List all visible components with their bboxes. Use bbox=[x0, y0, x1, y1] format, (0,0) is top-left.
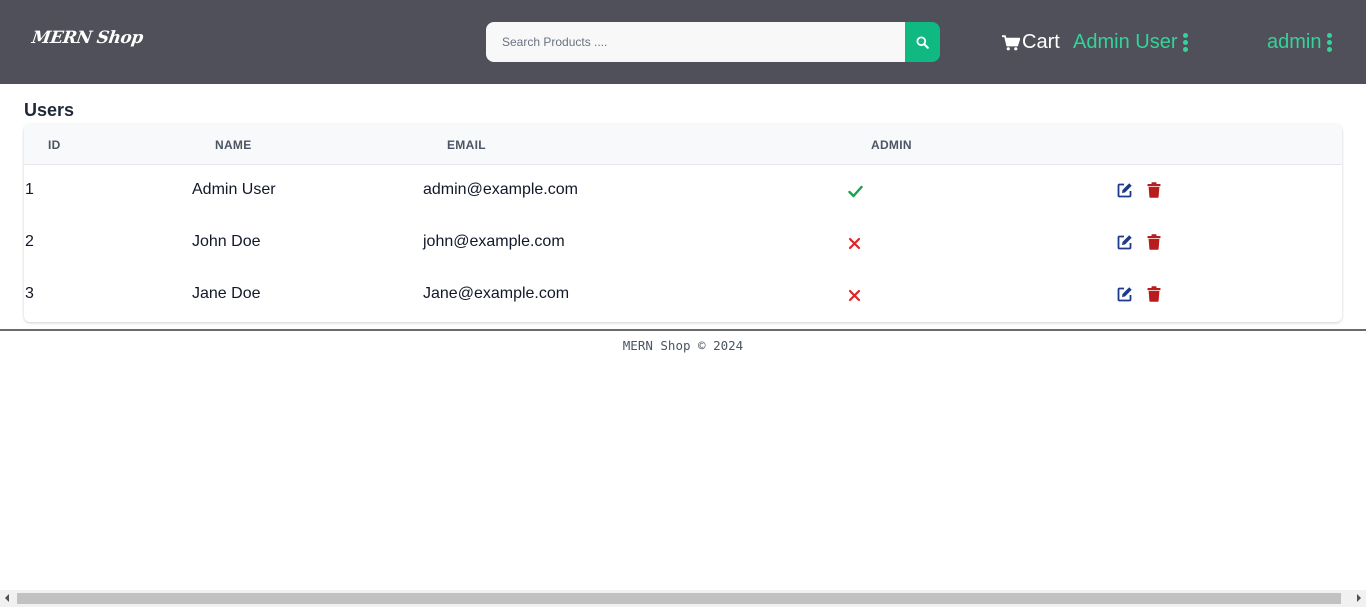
cell-email: admin@example.com bbox=[423, 181, 578, 198]
column-header-name: NAME bbox=[215, 138, 252, 152]
footer-text: MERN Shop © 2024 bbox=[622, 338, 744, 353]
cart-link[interactable]: Cart bbox=[1002, 31, 1060, 54]
trash-icon bbox=[1147, 286, 1161, 302]
search-input[interactable] bbox=[486, 22, 905, 62]
admin-menu-label: admin bbox=[1267, 31, 1322, 53]
check-icon bbox=[848, 183, 863, 202]
edit-button[interactable] bbox=[1117, 234, 1133, 254]
search-bar bbox=[486, 22, 940, 62]
kebab-menu-icon bbox=[1183, 33, 1189, 52]
trash-icon bbox=[1147, 234, 1161, 250]
search-button[interactable] bbox=[905, 22, 940, 62]
cross-icon bbox=[848, 287, 861, 306]
edit-icon bbox=[1117, 183, 1132, 198]
delete-button[interactable] bbox=[1147, 286, 1161, 306]
table-header: ID NAME EMAIL ADMIN bbox=[24, 124, 1342, 165]
search-icon bbox=[916, 35, 929, 49]
cell-name: Admin User bbox=[192, 181, 276, 198]
cart-label: Cart bbox=[1022, 31, 1060, 53]
cross-icon bbox=[848, 235, 861, 254]
user-menu-label: Admin User bbox=[1073, 31, 1178, 53]
cell-email: john@example.com bbox=[423, 233, 565, 250]
cell-email: Jane@example.com bbox=[423, 285, 570, 302]
scroll-right-arrow-icon[interactable] bbox=[1357, 594, 1361, 602]
cart-icon bbox=[1002, 34, 1020, 50]
horizontal-scrollbar[interactable] bbox=[0, 590, 1366, 607]
cell-id: 2 bbox=[25, 233, 34, 250]
edit-button[interactable] bbox=[1117, 286, 1133, 306]
scroll-left-arrow-icon[interactable] bbox=[5, 594, 9, 602]
cell-name: Jane Doe bbox=[192, 285, 261, 302]
admin-menu[interactable]: admin bbox=[1267, 31, 1333, 54]
edit-button[interactable] bbox=[1117, 182, 1133, 202]
trash-icon bbox=[1147, 182, 1161, 198]
column-header-id: ID bbox=[48, 138, 61, 152]
scrollbar-thumb[interactable] bbox=[17, 593, 1341, 604]
delete-button[interactable] bbox=[1147, 234, 1161, 254]
users-table: ID NAME EMAIL ADMIN 1 Admin User admin@e… bbox=[24, 124, 1342, 322]
user-menu[interactable]: Admin User bbox=[1073, 31, 1189, 54]
cell-id: 3 bbox=[25, 285, 34, 302]
cell-id: 1 bbox=[25, 181, 34, 198]
cell-name: John Doe bbox=[192, 233, 261, 250]
table-row: 1 Admin User admin@example.com bbox=[24, 165, 1342, 217]
kebab-menu-icon bbox=[1327, 33, 1333, 52]
column-header-email: EMAIL bbox=[447, 138, 486, 152]
table-row: 3 Jane Doe Jane@example.com bbox=[24, 269, 1342, 321]
table-row: 2 John Doe john@example.com bbox=[24, 217, 1342, 269]
page-title: Users bbox=[24, 100, 75, 120]
column-header-admin: ADMIN bbox=[871, 138, 912, 152]
site-logo[interactable]: MERN Shop bbox=[31, 28, 145, 48]
edit-icon bbox=[1117, 235, 1132, 250]
footer-divider bbox=[0, 329, 1366, 331]
header: MERN Shop Cart Admin User admin bbox=[0, 0, 1366, 84]
edit-icon bbox=[1117, 287, 1132, 302]
delete-button[interactable] bbox=[1147, 182, 1161, 202]
